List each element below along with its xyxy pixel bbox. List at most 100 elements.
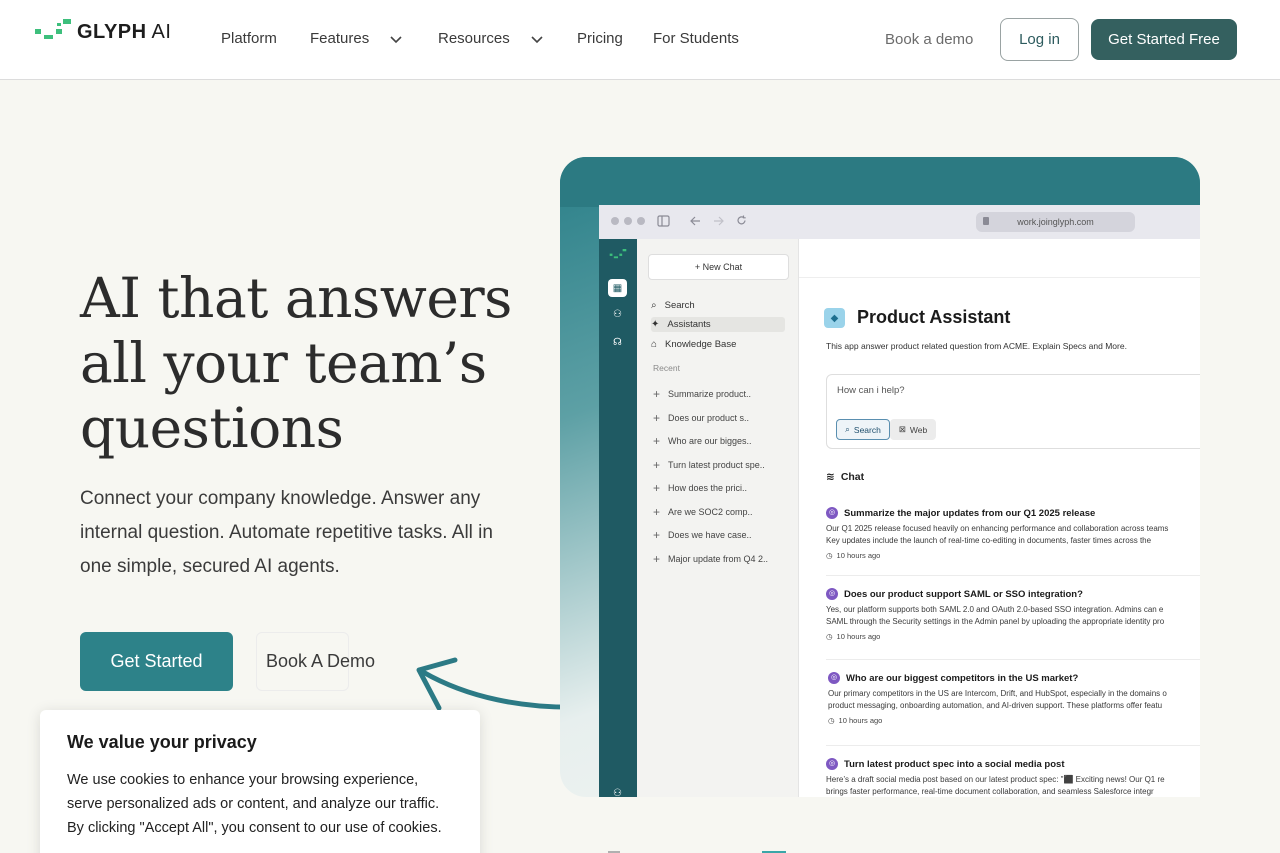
tag-icon: ◆ <box>824 308 845 328</box>
get-started-free-button[interactable]: Get Started Free <box>1091 19 1237 60</box>
plus-icon: + <box>653 527 661 542</box>
cookie-text: We use cookies to enhance your browsing … <box>67 772 442 836</box>
preview-band <box>560 157 1200 207</box>
nav-for-students-label: For Students <box>653 30 739 47</box>
chat-list-icon: ≋ <box>826 471 835 483</box>
assistant-avatar-icon: ◎ <box>826 588 838 600</box>
recent-chat-item[interactable]: + Major update from Q4 2.. <box>653 551 768 566</box>
sidebar-item-label: Assistants <box>667 319 711 330</box>
chat-answer: Here’s a draft social media post based o… <box>826 775 1165 796</box>
nav-features[interactable]: Features <box>310 30 403 47</box>
assistant-avatar-icon: ◎ <box>826 507 838 519</box>
chat-question: ◎ Summarize the major updates from our Q1… <box>826 507 1200 519</box>
recent-chat-item[interactable]: + Does our product s.. <box>653 412 750 424</box>
apps-grid-icon[interactable]: ▦ <box>608 279 627 297</box>
recent-chat-item[interactable]: + Are we SOC2 comp.. <box>653 504 753 519</box>
logo-mark-icon <box>35 19 71 45</box>
plus-icon: + <box>653 551 661 566</box>
chat-entry[interactable]: ◎ Who are our biggest competitors in the … <box>828 672 1200 725</box>
web-toggle-label: Web <box>909 424 928 435</box>
sidebar-item-label: Search <box>664 300 695 311</box>
search-icon: ⌕ <box>845 424 850 434</box>
rail-logo-icon <box>609 249 627 259</box>
window-dot-icon <box>611 217 619 225</box>
sidebar-item-label: Knowledge Base <box>665 339 737 350</box>
top-navbar: GLYPH AI Platform Features Resources Pri… <box>0 0 1280 80</box>
recent-chat-item[interactable]: + Who are our bigges.. <box>653 433 752 448</box>
plus-icon: + <box>653 433 661 448</box>
chat-entry[interactable]: ◎ Summarize the major updates from our Q1… <box>826 507 1200 560</box>
chat-entry[interactable]: ◎ Does our product support SAML or SSO in… <box>826 588 1200 641</box>
forward-arrow-icon <box>714 216 724 226</box>
recent-chat-item[interactable]: + Summarize product.. <box>653 386 752 401</box>
recent-chat-label: Are we SOC2 comp.. <box>668 507 753 517</box>
chat-answer: Our primary competitors in the US are In… <box>828 689 1167 710</box>
window-dot-icon <box>637 217 645 225</box>
chat-answer: Our Q1 2025 release focused heavily on e… <box>826 524 1169 545</box>
clock-icon: ◷ <box>828 716 835 725</box>
nav-for-students[interactable]: For Students <box>653 30 739 47</box>
sidebar-toggle-icon <box>657 215 670 227</box>
recent-chat-label: Turn latest product spe.. <box>668 460 765 470</box>
chat-timestamp: ◷ 10 hours ago <box>826 551 881 560</box>
back-arrow-icon <box>690 216 700 226</box>
url-text: work.joinglyph.com <box>1017 217 1094 227</box>
profile-icon[interactable]: ⚇ <box>608 784 627 798</box>
recent-chat-item[interactable]: + Does we have case.. <box>653 527 752 542</box>
nav-resources[interactable]: Resources <box>438 30 544 47</box>
chat-timestamp: ◷ 10 hours ago <box>826 632 881 641</box>
get-started-button[interactable]: Get Started <box>80 632 233 691</box>
chat-question: ◎ Who are our biggest competitors in the … <box>828 672 1200 684</box>
ask-input[interactable]: How can i help? ⌕ Search ⊠ Web <box>826 374 1200 449</box>
app-sidebar: + New Chat ⌕ Search ✦ Assistants ⌂ Knowl… <box>637 239 799 797</box>
recent-chat-label: Does we have case.. <box>668 530 752 540</box>
home-icon: ⌂ <box>651 339 658 350</box>
recent-chat-item[interactable]: + How does the prici.. <box>653 480 748 495</box>
sidebar-item-knowledge-base[interactable]: ⌂ Knowledge Base <box>651 339 736 350</box>
recent-chat-label: Does our product s.. <box>668 413 750 423</box>
chat-entry[interactable]: ◎ Turn latest product spec into a social … <box>826 758 1200 797</box>
plus-icon: + <box>653 480 661 495</box>
chat-heading: ≋ Chat <box>826 471 864 483</box>
cookie-title: We value your privacy <box>67 732 257 752</box>
book-a-demo-button[interactable]: Book A Demo <box>256 632 375 691</box>
sidebar-item-assistants[interactable]: ✦ Assistants <box>651 317 785 332</box>
hero-title-line: all your team’s <box>80 331 487 395</box>
recent-chat-label: How does the prici.. <box>668 483 748 493</box>
login-button[interactable]: Log in <box>1000 18 1079 61</box>
chevron-down-icon <box>531 35 543 43</box>
plus-icon: + <box>653 386 661 401</box>
plus-icon: + <box>653 504 661 519</box>
assistant-avatar-icon: ◎ <box>826 758 838 770</box>
plus-icon: + <box>653 457 661 472</box>
search-toggle-label: Search <box>853 424 881 435</box>
nav-pricing[interactable]: Pricing <box>577 30 623 47</box>
search-toggle[interactable]: ⌕ Search <box>836 419 890 440</box>
url-bar[interactable]: work.joinglyph.com <box>976 212 1135 232</box>
cookie-banner: We value your privacy We use cookies to … <box>40 710 480 853</box>
book-demo-link[interactable]: Book a demo <box>885 31 973 48</box>
nav-pricing-label: Pricing <box>577 30 623 47</box>
recent-chat-item[interactable]: + Turn latest product spe.. <box>653 457 765 472</box>
recent-chat-label: Summarize product.. <box>668 389 752 399</box>
assistant-panel: ◆ Product Assistant This app answer prod… <box>799 239 1200 797</box>
sidebar-item-search[interactable]: ⌕ Search <box>651 300 695 311</box>
support-icon[interactable]: ☊ <box>608 333 627 351</box>
globe-icon: ⊠ <box>898 424 906 434</box>
logo-text: GLYPH AI <box>77 20 172 43</box>
divider <box>826 575 1200 576</box>
users-icon[interactable]: ⚇ <box>608 305 627 323</box>
chat-answer: Yes, our platform supports both SAML 2.0… <box>826 605 1165 626</box>
divider <box>826 745 1200 746</box>
product-preview: work.joinglyph.com ▦ ⚇ ☊ ⚇ + New Chat ⌕ … <box>560 157 1200 797</box>
recent-chat-label: Who are our bigges.. <box>668 436 752 446</box>
nav-features-label: Features <box>310 30 370 47</box>
new-chat-button[interactable]: + New Chat <box>648 254 789 280</box>
nav-platform[interactable]: Platform <box>221 30 277 47</box>
chat-heading-label: Chat <box>840 471 865 483</box>
logo[interactable]: GLYPH AI <box>35 19 171 45</box>
assistant-title: Product Assistant <box>857 307 1011 327</box>
chat-timestamp: ◷ 10 hours ago <box>828 716 883 725</box>
web-toggle[interactable]: ⊠ Web <box>890 419 936 440</box>
chat-question: ◎ Turn latest product spec into a social … <box>826 758 1200 770</box>
